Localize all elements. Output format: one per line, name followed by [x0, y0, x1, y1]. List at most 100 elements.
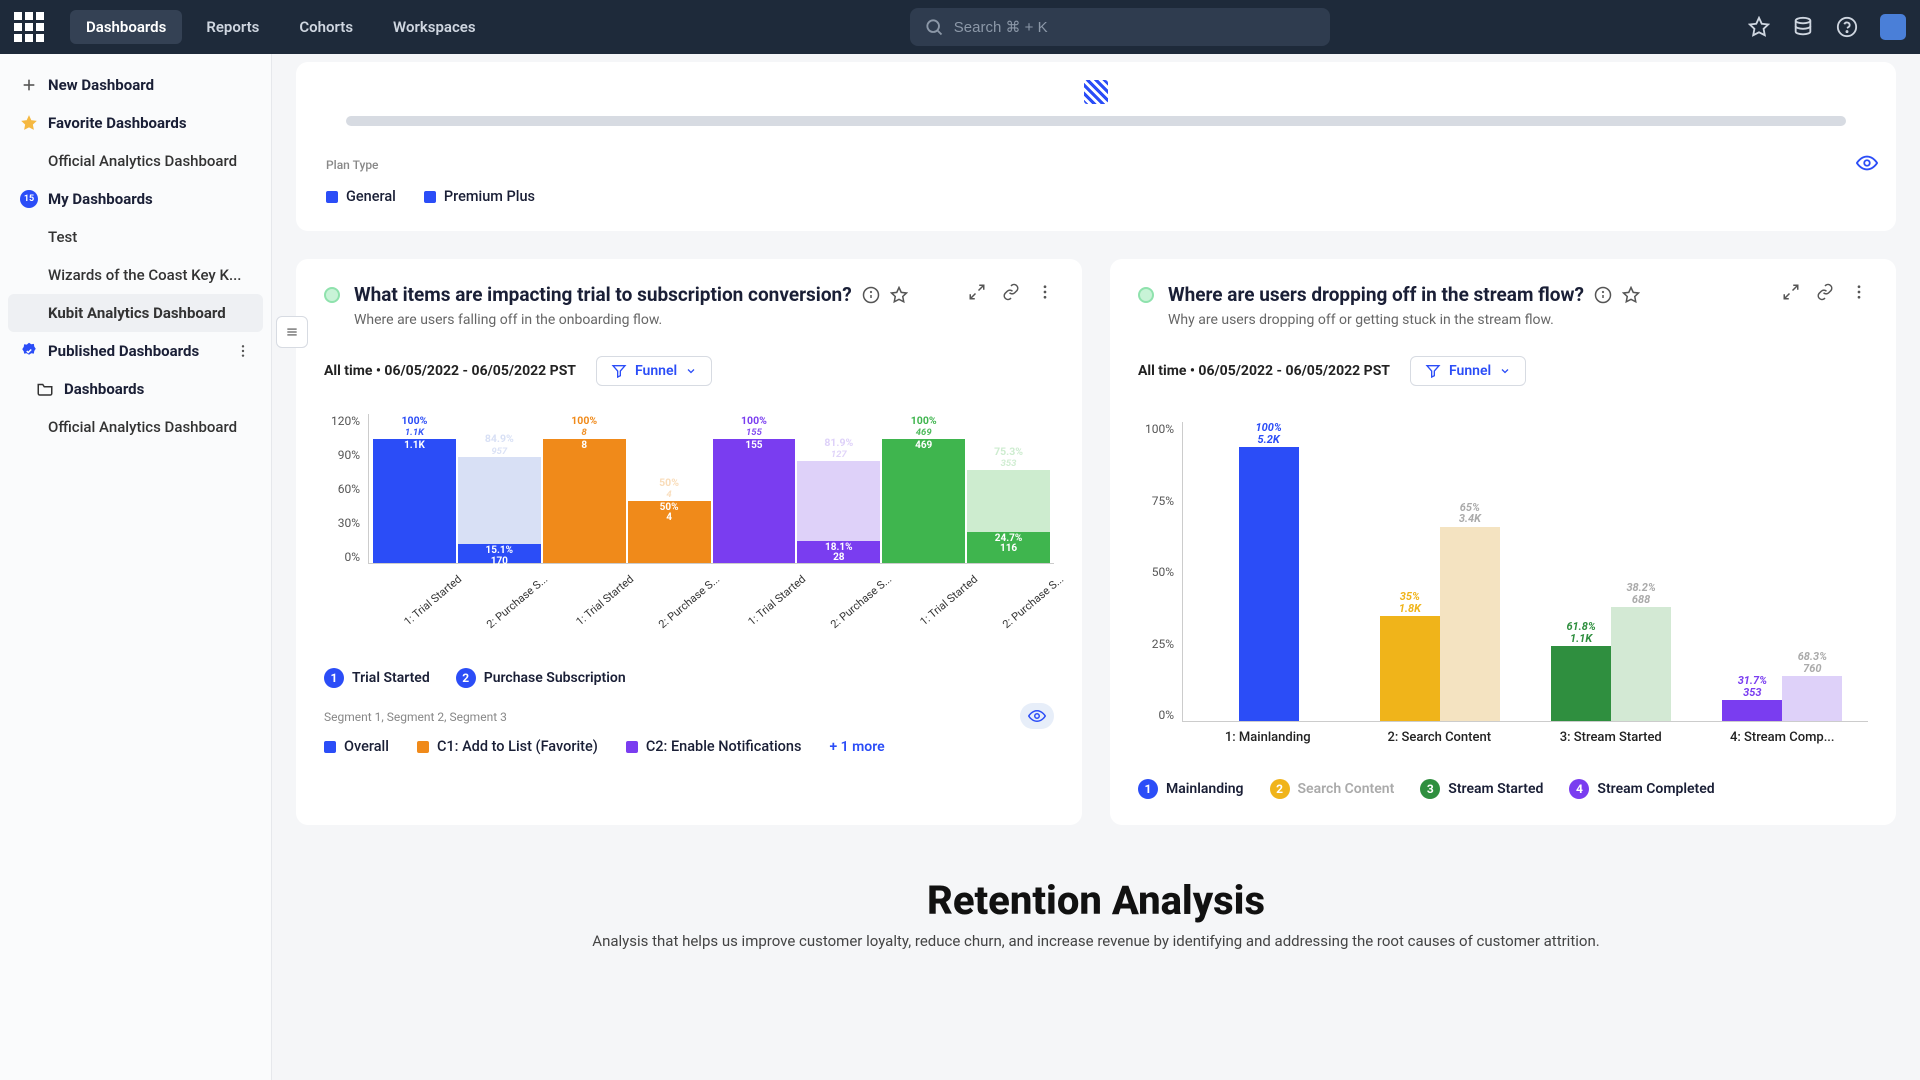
expand-icon[interactable] — [968, 283, 986, 301]
bar-group[interactable]: 35%1.8K65%3.4K — [1354, 422, 1525, 721]
time-range-label: All time • 06/05/2022 - 06/05/2022 PST — [1138, 363, 1390, 379]
legend-label: C1: Add to List (Favorite) — [437, 738, 598, 755]
step-stream-completed[interactable]: 4 Stream Completed — [1569, 779, 1714, 799]
legend-c2[interactable]: C2: Enable Notifications — [626, 738, 802, 755]
favorite-dashboards-header[interactable]: Favorite Dashboards — [8, 104, 263, 142]
kebab-icon[interactable] — [235, 343, 251, 359]
legend-label: Overall — [344, 738, 389, 755]
legend-label: C2: Enable Notifications — [646, 738, 802, 755]
app-logo[interactable] — [14, 12, 44, 42]
step-label: Trial Started — [352, 670, 430, 686]
panel-title: What items are impacting trial to subscr… — [354, 283, 852, 306]
nav-tab-cohorts[interactable]: Cohorts — [283, 10, 369, 44]
sidebar: New Dashboard Favorite Dashboards Offici… — [0, 54, 272, 1080]
bar[interactable]: 50%450%4 — [628, 414, 711, 563]
help-icon[interactable] — [1836, 16, 1858, 38]
visibility-icon[interactable] — [1856, 152, 1878, 174]
folder-dashboards[interactable]: Dashboards — [8, 370, 263, 408]
bar[interactable]: 75.3%35324.7%116 — [967, 414, 1050, 563]
funnel-label: Funnel — [1449, 363, 1491, 379]
bar[interactable]: 84.9%95715.1%170 — [458, 414, 541, 563]
star-icon[interactable] — [1748, 16, 1770, 38]
legend-label: Premium Plus — [444, 188, 535, 205]
expand-icon[interactable] — [1782, 283, 1800, 301]
step-label: Stream Completed — [1597, 781, 1714, 797]
legend-overall[interactable]: Overall — [324, 738, 389, 755]
funnel-dropdown[interactable]: Funnel — [596, 356, 712, 386]
swatch-icon — [417, 741, 429, 753]
my-dashboards-header[interactable]: 15 My Dashboards — [8, 180, 263, 218]
step-stream-started[interactable]: 3Stream Started — [1420, 779, 1543, 799]
top-nav: Dashboards Reports Cohorts Workspaces — [0, 0, 1920, 54]
published-dashboards-header[interactable]: Published Dashboards — [8, 332, 263, 370]
visibility-toggle[interactable] — [1020, 703, 1054, 729]
step-number-icon: 1 — [324, 668, 344, 688]
account-icon[interactable] — [1880, 14, 1906, 40]
sidebar-item-official-analytics-2[interactable]: Official Analytics Dashboard — [8, 408, 263, 446]
nav-tabs: Dashboards Reports Cohorts Workspaces — [70, 10, 492, 44]
chevron-down-icon — [685, 365, 697, 377]
hatch-pattern-icon — [1084, 80, 1108, 104]
search-icon — [924, 17, 944, 37]
step-mainlanding[interactable]: 1Mainlanding — [1138, 779, 1244, 799]
link-icon[interactable] — [1816, 283, 1834, 301]
nav-tab-reports[interactable]: Reports — [190, 10, 275, 44]
bar-group[interactable]: 100%5.2K — [1183, 422, 1354, 721]
swatch-icon — [324, 741, 336, 753]
plus-icon — [20, 76, 38, 94]
bar[interactable]: 100%469469 — [882, 414, 965, 563]
drag-handle[interactable] — [276, 316, 308, 348]
sidebar-item-test[interactable]: Test — [8, 218, 263, 256]
funnel-chart-left: 120%90%60%30%0% 100%1.1K1.1K84.9%95715.1… — [324, 414, 1054, 564]
step-trial-started[interactable]: 1 Trial Started — [324, 668, 430, 688]
bar[interactable]: 100%155155 — [713, 414, 796, 563]
legend-general[interactable]: General — [326, 188, 396, 205]
section-subtitle: Analysis that helps us improve customer … — [296, 932, 1896, 950]
bar[interactable]: 100%88 — [543, 414, 626, 563]
kebab-icon[interactable] — [1850, 283, 1868, 301]
star-icon[interactable] — [1622, 286, 1640, 304]
search-input[interactable] — [910, 8, 1330, 46]
funnel-dropdown[interactable]: Funnel — [1410, 356, 1526, 386]
legend-label: General — [346, 188, 396, 205]
swatch-icon — [326, 191, 338, 203]
kebab-icon[interactable] — [1036, 283, 1054, 301]
retention-section-header: Retention Analysis Analysis that helps u… — [296, 877, 1896, 950]
status-dot-icon — [324, 287, 340, 303]
new-dashboard-button[interactable]: New Dashboard — [8, 66, 263, 104]
info-icon[interactable] — [862, 286, 880, 304]
step-search-content[interactable]: 2Search Content — [1270, 779, 1395, 799]
verified-icon — [20, 342, 38, 360]
info-icon[interactable] — [1594, 286, 1612, 304]
badge-icon: 15 — [20, 190, 38, 208]
link-icon[interactable] — [1002, 283, 1020, 301]
folder-label: Dashboards — [64, 380, 144, 398]
plan-type-label: Plan Type — [326, 158, 1866, 172]
step-label: Stream Started — [1448, 781, 1543, 797]
step-label: Search Content — [1298, 781, 1395, 797]
nav-tab-workspaces[interactable]: Workspaces — [377, 10, 492, 44]
nav-tab-dashboards[interactable]: Dashboards — [70, 10, 182, 44]
time-range-label: All time • 06/05/2022 - 06/05/2022 PST — [324, 363, 576, 379]
database-icon[interactable] — [1792, 16, 1814, 38]
panel-subtitle: Where are users falling off in the onboa… — [354, 312, 954, 328]
bar[interactable]: 81.9%12718.1%28 — [797, 414, 880, 563]
funnel-panel-conversion: What items are impacting trial to subscr… — [296, 259, 1082, 825]
star-icon[interactable] — [890, 286, 908, 304]
bar-group[interactable]: 61.8%1.1K38.2%688 — [1526, 422, 1697, 721]
panel-subtitle: Why are users dropping off or getting st… — [1168, 312, 1768, 328]
sidebar-item-wizards[interactable]: Wizards of the Coast Key K... — [8, 256, 263, 294]
legend-c1[interactable]: C1: Add to List (Favorite) — [417, 738, 598, 755]
bar[interactable]: 100%1.1K1.1K — [373, 414, 456, 563]
funnel-chart-right: 100%75%50%25%0% 100%5.2K35%1.8K65%3.4K61… — [1138, 422, 1868, 722]
step-number-icon: 4 — [1569, 779, 1589, 799]
search-wrap — [910, 8, 1330, 46]
legend-premium-plus[interactable]: Premium Plus — [424, 188, 535, 205]
bar-group[interactable]: 31.7%35368.3%760 — [1697, 422, 1868, 721]
sidebar-item-kubit[interactable]: Kubit Analytics Dashboard — [8, 294, 263, 332]
horizontal-scrollbar[interactable] — [346, 116, 1846, 126]
funnel-panel-stream: Where are users dropping off in the stre… — [1110, 259, 1896, 825]
sidebar-item-official-analytics[interactable]: Official Analytics Dashboard — [8, 142, 263, 180]
step-number-icon: 2 — [456, 668, 476, 688]
more-legend-link[interactable]: + 1 more — [829, 739, 884, 755]
